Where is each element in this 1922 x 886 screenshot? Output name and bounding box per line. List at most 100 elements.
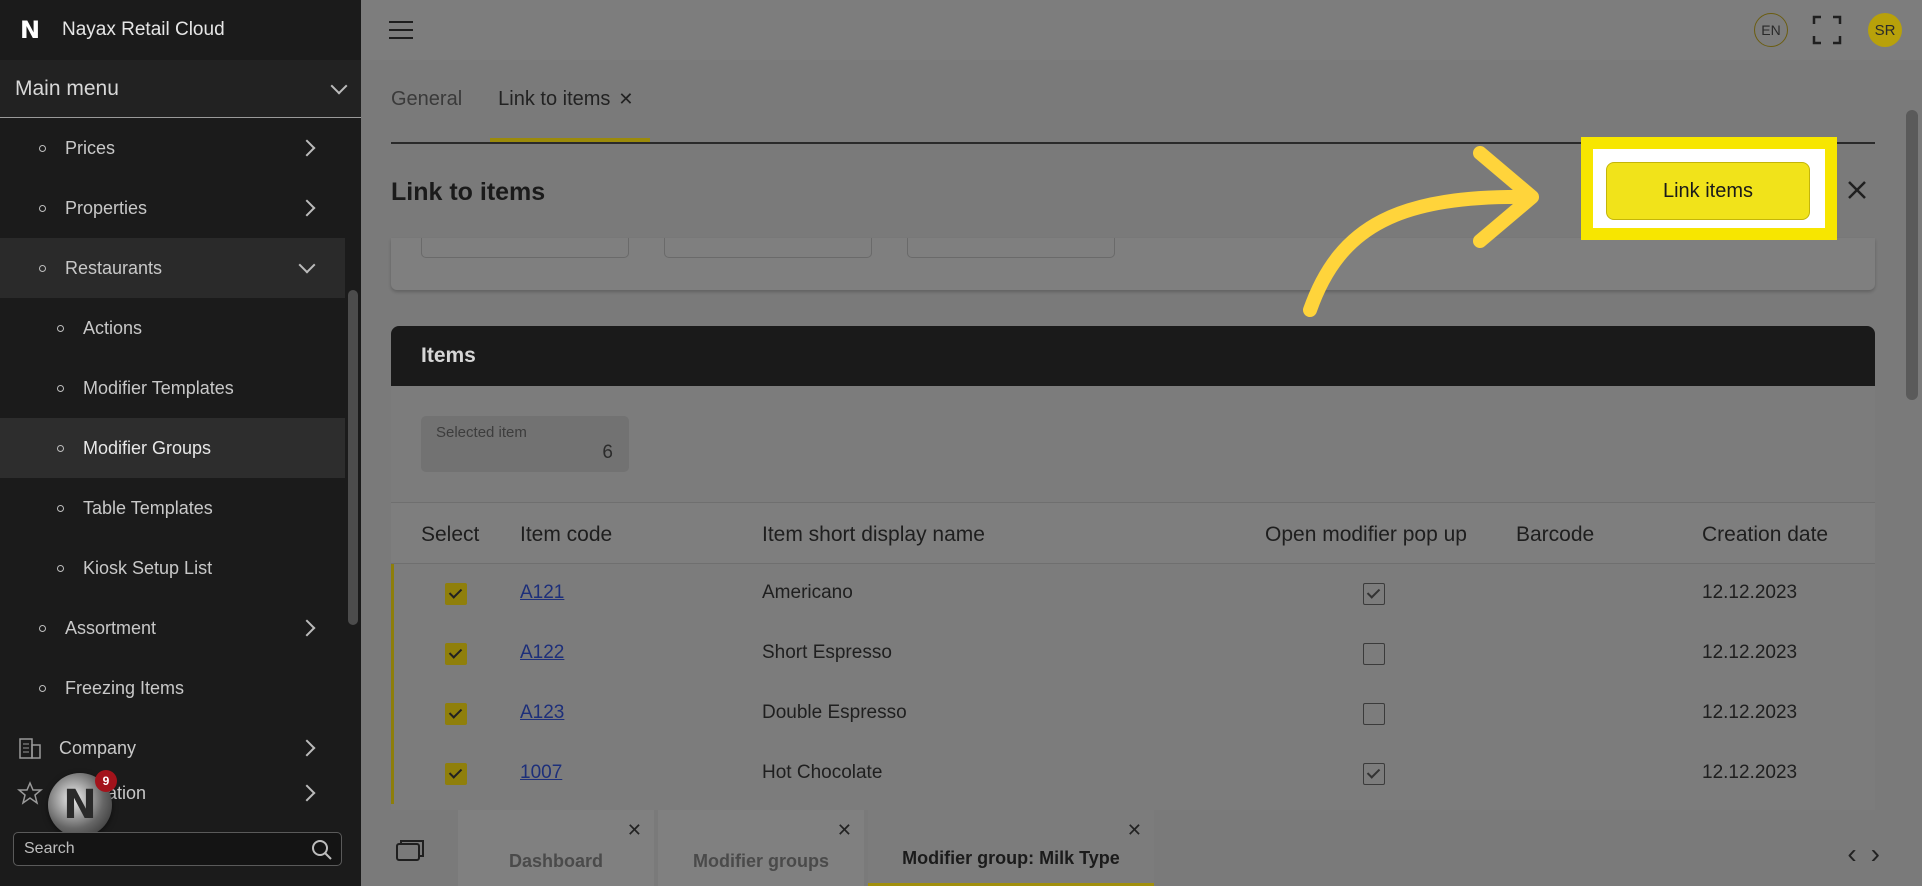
tab-general[interactable]: General xyxy=(391,88,462,111)
bullet-icon xyxy=(57,504,64,512)
sidebar-item-label: Actions xyxy=(83,317,143,338)
sidebar-item-assortment[interactable]: Assortment xyxy=(0,598,345,658)
sidebar-item-restaurants[interactable]: Restaurants xyxy=(0,238,345,298)
search-icon[interactable] xyxy=(311,839,333,861)
table-header: Select Item code Item short display name… xyxy=(391,502,1875,564)
sidebar-item-table-templates[interactable]: Table Templates xyxy=(0,478,345,538)
chevron-down-icon xyxy=(298,256,316,274)
select-checkbox[interactable] xyxy=(445,763,467,785)
bullet-icon xyxy=(39,204,46,212)
sidebar-item-label: Table Templates xyxy=(83,497,213,518)
sidebar-item-label: Properties xyxy=(65,197,148,218)
app-title: Nayax Retail Cloud xyxy=(62,19,225,40)
tab-link-to-items[interactable]: Link to items ✕ xyxy=(498,88,633,111)
select-checkbox[interactable] xyxy=(445,703,467,725)
tab-scroll-arrows[interactable]: ‹› xyxy=(1847,838,1894,870)
bullet-icon xyxy=(57,324,64,332)
filter-card xyxy=(391,238,1875,290)
column-header[interactable]: Item code xyxy=(520,523,612,547)
column-header[interactable]: Open modifier pop up xyxy=(1265,523,1467,547)
close-icon[interactable]: ✕ xyxy=(837,820,852,841)
sidebar-item-label: Restaurants xyxy=(65,257,163,278)
sidebar-header: N Nayax Retail Cloud xyxy=(0,0,361,60)
sidebar-item-company[interactable]: Company xyxy=(0,718,345,778)
bullet-icon xyxy=(39,144,46,152)
top-bar: EN SR xyxy=(361,0,1922,60)
filter-field[interactable] xyxy=(421,238,629,258)
filter-field[interactable] xyxy=(907,238,1115,258)
bottom-tab-label: Modifier groups xyxy=(693,851,829,871)
item-name: Double Espresso xyxy=(762,702,907,723)
sidebar-item-kiosk-setup-list[interactable]: Kiosk Setup List xyxy=(0,538,345,598)
table-row[interactable]: A121 Americano 12.12.2023 xyxy=(391,564,1875,624)
bottom-tab-dashboard[interactable]: Dashboard ✕ xyxy=(458,810,654,886)
sidebar-item-actions[interactable]: Actions xyxy=(0,298,345,358)
column-header[interactable]: Barcode xyxy=(1516,523,1594,547)
item-code-link[interactable]: A122 xyxy=(520,642,564,664)
open-popup-checkbox[interactable] xyxy=(1363,583,1385,605)
selected-item-label: Selected item xyxy=(436,424,527,441)
select-checkbox[interactable] xyxy=(445,643,467,665)
column-header[interactable]: Creation date xyxy=(1702,523,1828,547)
close-icon[interactable]: ✕ xyxy=(618,89,633,109)
close-icon[interactable] xyxy=(1843,176,1871,204)
sidebar-item-modifier-groups[interactable]: Modifier Groups xyxy=(0,418,345,478)
sidebar-item-label: Assortment xyxy=(65,617,157,638)
sidebar-item-label: Prices xyxy=(65,137,116,158)
sidebar: N Nayax Retail Cloud Main menu Prices Pr… xyxy=(0,0,361,886)
sidebar-item-properties[interactable]: Properties xyxy=(0,178,345,238)
chevron-right-icon xyxy=(298,739,316,757)
main-menu-label: Main menu xyxy=(15,76,119,100)
item-code-link[interactable]: A121 xyxy=(520,582,564,604)
open-popup-checkbox[interactable] xyxy=(1363,643,1385,665)
chevron-down-icon xyxy=(330,77,348,94)
sidebar-item-label: Modifier Templates xyxy=(83,377,234,398)
sidebar-item-freezing-items[interactable]: Freezing Items xyxy=(0,658,345,718)
table-row[interactable]: A123 Double Espresso 12.12.2023 xyxy=(391,684,1875,744)
sidebar-item-label: Freezing Items xyxy=(65,677,185,698)
creation-date: 12.12.2023 xyxy=(1702,702,1798,723)
nayax-logo-icon: N xyxy=(20,16,41,44)
column-header[interactable]: Select xyxy=(421,523,479,547)
sidebar-search xyxy=(13,832,342,866)
fullscreen-icon[interactable] xyxy=(1812,15,1842,45)
tab-label: Link to items xyxy=(498,88,611,110)
creation-date: 12.12.2023 xyxy=(1702,582,1798,603)
open-popup-checkbox[interactable] xyxy=(1363,763,1385,785)
table-row[interactable]: 1007 Hot Chocolate 12.12.2023 xyxy=(391,744,1875,804)
close-icon[interactable]: ✕ xyxy=(1127,820,1142,841)
item-code-link[interactable]: 1007 xyxy=(520,762,562,784)
column-header[interactable]: Item short display name xyxy=(762,523,985,547)
sidebar-item-label: Kiosk Setup List xyxy=(83,557,213,578)
sidebar-search-input[interactable] xyxy=(14,840,304,858)
item-name: Short Espresso xyxy=(762,642,892,663)
open-popup-checkbox[interactable] xyxy=(1363,703,1385,725)
filter-field[interactable] xyxy=(664,238,872,258)
bullet-icon xyxy=(57,444,64,452)
table-row[interactable]: A122 Short Espresso 12.12.2023 xyxy=(391,624,1875,684)
bullet-icon xyxy=(39,624,46,632)
language-selector[interactable]: EN xyxy=(1754,13,1788,47)
close-icon[interactable]: ✕ xyxy=(627,820,642,841)
sidebar-item-modifier-templates[interactable]: Modifier Templates xyxy=(0,358,345,418)
hamburger-menu-icon[interactable] xyxy=(389,21,413,39)
items-card: Items Selected item 6 Select Item code I… xyxy=(391,326,1875,886)
creation-date: 12.12.2023 xyxy=(1702,642,1798,663)
chevron-right-icon xyxy=(298,784,316,802)
panel-title: Link to items xyxy=(391,178,546,206)
sidebar-scrollbar[interactable] xyxy=(348,290,358,625)
sidebar-item-prices[interactable]: Prices xyxy=(0,118,345,178)
user-avatar[interactable]: SR xyxy=(1868,13,1902,47)
bottom-tab-modifier-groups[interactable]: Modifier groups ✕ xyxy=(658,810,864,886)
item-code-link[interactable]: A123 xyxy=(520,702,564,724)
main-menu-toggle[interactable]: Main menu xyxy=(0,60,361,118)
windows-icon[interactable] xyxy=(395,838,425,862)
select-checkbox[interactable] xyxy=(445,583,467,605)
chevron-right-icon xyxy=(298,139,316,157)
bullet-icon xyxy=(57,564,64,572)
bottom-tab-modifier-group-milk-type[interactable]: Modifier group: Milk Type ✕ xyxy=(868,810,1154,886)
content-scrollbar[interactable] xyxy=(1906,110,1918,400)
link-items-button[interactable]: Link items xyxy=(1606,162,1810,220)
items-section-title: Items xyxy=(391,326,1875,386)
chevron-right-icon xyxy=(298,199,316,217)
